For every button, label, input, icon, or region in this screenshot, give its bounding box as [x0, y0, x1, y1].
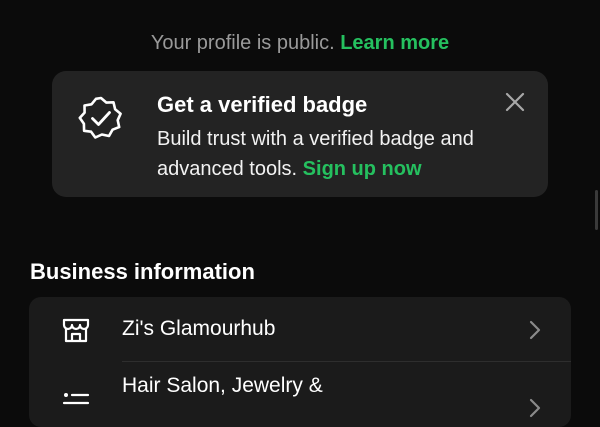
chevron-right-icon [529, 398, 541, 418]
close-icon[interactable] [504, 91, 526, 113]
scrollbar[interactable] [595, 190, 598, 230]
business-information-heading: Business information [30, 259, 255, 284]
verified-badge-icon [78, 96, 122, 139]
category-list-icon [62, 393, 90, 405]
profile-public-notice: Your profile is public. Learn more [0, 30, 600, 56]
verified-banner-description: Build trust with a verified badge and ad… [157, 124, 537, 184]
verified-badge-banner: Get a verified badge Build trust with a … [52, 71, 548, 197]
verified-banner-title: Get a verified badge [157, 92, 368, 117]
business-info-list: Zi's Glamourhub Hair Salon, Jewelry & [29, 297, 571, 427]
storefront-icon [62, 318, 90, 343]
learn-more-link[interactable]: Learn more [340, 32, 449, 54]
business-category-row[interactable]: Hair Salon, Jewelry & [29, 362, 571, 426]
profile-public-text: Your profile is public. [150, 32, 335, 54]
sign-up-now-link[interactable]: Sign up now [303, 158, 422, 180]
business-name-row[interactable]: Zi's Glamourhub [29, 297, 571, 361]
business-name-label: Zi's Glamourhub [122, 317, 276, 340]
business-category-label: Hair Salon, Jewelry & [122, 374, 323, 397]
chevron-right-icon [529, 320, 541, 340]
